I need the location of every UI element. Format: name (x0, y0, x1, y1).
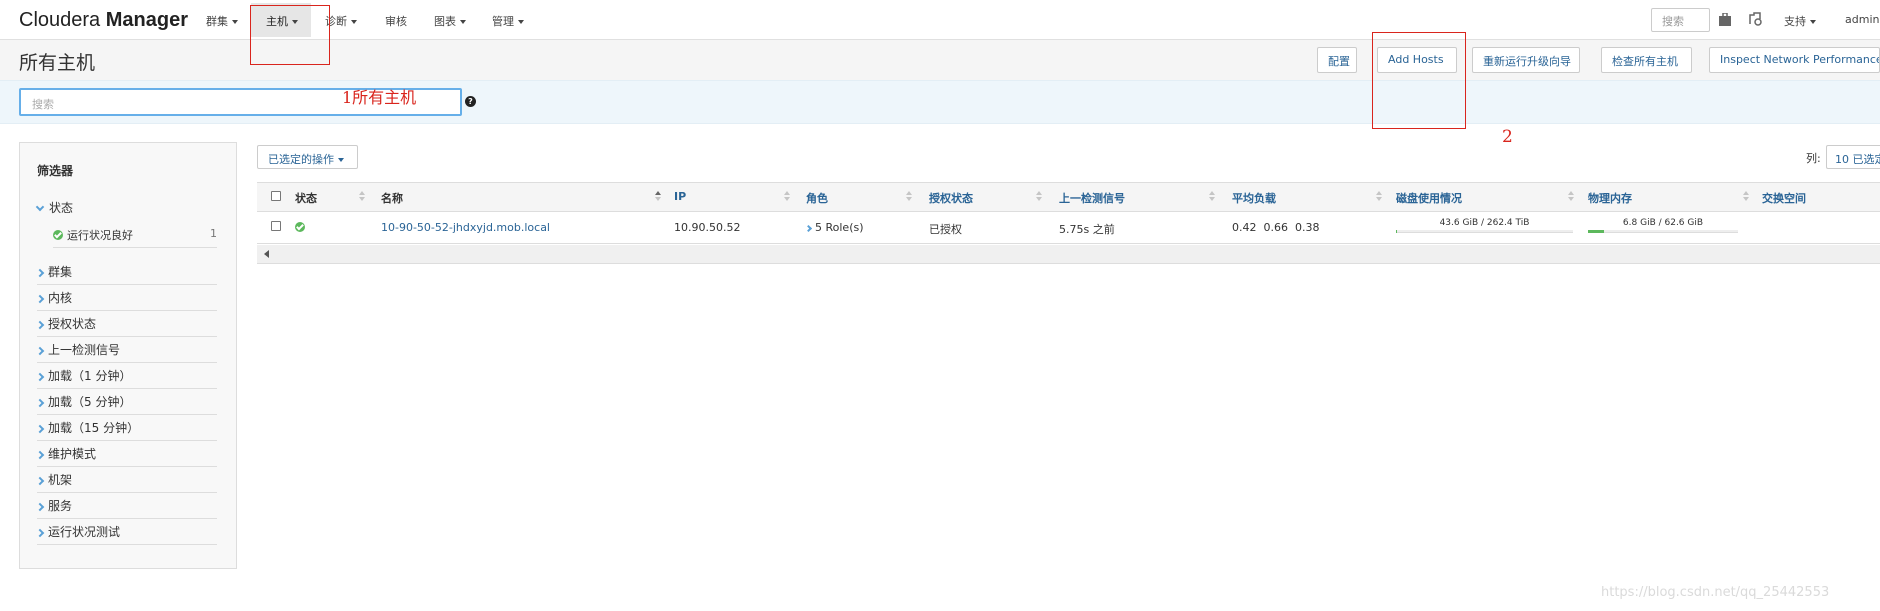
sort-icon[interactable] (784, 191, 790, 201)
host-auth-status: 已授权 (929, 223, 962, 236)
watermark: https://blog.csdn.net/qq_25442553 (1601, 585, 1830, 600)
sort-icon[interactable] (906, 191, 912, 201)
col-header-status[interactable]: 状态 (295, 190, 317, 206)
nav-user-admin[interactable]: admin (1845, 13, 1879, 26)
chevron-right-icon (804, 224, 813, 232)
col-header-ip[interactable]: IP (674, 190, 686, 203)
col-header-heartbeat[interactable]: 上一检测信号 (1059, 190, 1125, 206)
filter-group-services[interactable]: 服务 (35, 497, 217, 519)
filter-group-load-5[interactable]: 加载（5 分钟） (35, 393, 217, 415)
chevron-right-icon (35, 502, 45, 511)
col-header-load-avg[interactable]: 平均负载 (1232, 190, 1276, 206)
sort-asc-icon[interactable] (655, 191, 661, 201)
select-all-checkbox[interactable] (271, 191, 281, 201)
rerun-upgrade-wizard-button[interactable]: 重新运行升级向导 (1472, 47, 1580, 73)
caret-down-icon (338, 158, 344, 162)
sort-icon[interactable] (359, 191, 365, 201)
filter-title: 筛选器 (37, 164, 74, 178)
brand-logo[interactable]: Cloudera Manager (19, 9, 188, 32)
page-title: 所有主机 (19, 52, 96, 74)
chevron-right-icon (35, 320, 45, 329)
annotation-box-hosts-menu (250, 5, 330, 65)
chevron-right-icon (35, 268, 45, 277)
caret-down-icon (460, 20, 466, 24)
host-ip: 10.90.50.52 (674, 221, 741, 234)
sort-icon[interactable] (1568, 191, 1574, 201)
caret-down-icon (1810, 20, 1816, 24)
col-header-name[interactable]: 名称 (381, 190, 403, 206)
nav-clusters[interactable]: 群集 (206, 13, 238, 29)
annotation-label-1: 1所有主机 (342, 88, 417, 107)
chevron-right-icon (35, 528, 45, 537)
caret-down-icon (351, 20, 357, 24)
nav-administration[interactable]: 管理 (492, 13, 524, 29)
filter-item-healthy[interactable]: 运行状况良好 1 (53, 227, 217, 248)
filter-group-cluster[interactable]: 群集 (35, 263, 217, 285)
filter-item-count: 1 (210, 227, 217, 240)
chevron-right-icon (35, 424, 45, 433)
memory-usage-label: 6.8 GiB / 62.6 GiB (1622, 218, 1704, 228)
disk-usage-label: 43.6 GiB / 262.4 TiB (1439, 218, 1530, 228)
filter-group-status[interactable]: 状态 (35, 199, 217, 216)
col-header-memory[interactable]: 物理内存 (1588, 190, 1632, 206)
sort-icon[interactable] (1376, 191, 1382, 201)
nav-audits[interactable]: 审核 (385, 13, 407, 29)
help-icon[interactable]: ? (465, 96, 476, 107)
chevron-right-icon (35, 372, 45, 381)
filter-group-maintenance[interactable]: 维护模式 (35, 445, 217, 467)
horizontal-scrollbar[interactable] (257, 245, 1880, 264)
columns-label: 列: (1806, 152, 1821, 165)
chevron-right-icon (35, 476, 45, 485)
sort-icon[interactable] (1743, 191, 1749, 201)
annotation-label-2: 2 (1502, 127, 1513, 147)
filter-group-auth[interactable]: 授权状态 (35, 315, 217, 337)
row-checkbox[interactable] (271, 221, 281, 231)
chevron-right-icon (35, 294, 45, 303)
chevron-down-icon (35, 202, 45, 212)
global-search-input[interactable]: 搜索 (1651, 8, 1710, 32)
good-health-icon (295, 221, 309, 234)
inspect-network-performance-button[interactable]: Inspect Network Performance (1709, 47, 1880, 73)
host-heartbeat: 5.75s 之前 (1059, 223, 1115, 236)
col-header-roles[interactable]: 角色 (806, 190, 828, 206)
sort-icon[interactable] (1209, 191, 1215, 201)
filter-group-load-15[interactable]: 加载（15 分钟） (35, 419, 217, 441)
disk-usage-fill (1396, 230, 1397, 233)
good-health-icon (53, 230, 63, 240)
scroll-left-arrow-icon[interactable] (264, 250, 269, 258)
col-header-swap[interactable]: 交换空间 (1762, 190, 1806, 206)
selected-actions-dropdown[interactable]: 已选定的操作 (257, 145, 358, 169)
caret-down-icon (518, 20, 524, 24)
filter-group-load-1[interactable]: 加载（1 分钟） (35, 367, 217, 389)
memory-usage-fill (1588, 230, 1605, 233)
parcel-icon[interactable] (1719, 12, 1731, 26)
nav-support[interactable]: 支持 (1784, 13, 1816, 29)
sort-icon[interactable] (1036, 191, 1042, 201)
filter-group-heartbeat[interactable]: 上一检测信号 (35, 341, 217, 363)
col-header-auth-status[interactable]: 授权状态 (929, 190, 973, 206)
filter-group-kernel[interactable]: 内核 (35, 289, 217, 311)
filter-group-health-tests[interactable]: 运行状况测试 (35, 523, 217, 545)
inspect-all-hosts-button[interactable]: 检查所有主机 (1601, 47, 1692, 73)
host-name-link[interactable]: 10-90-50-52-jhdxyjd.mob.local (381, 221, 550, 234)
col-header-disk[interactable]: 磁盘使用情况 (1396, 190, 1462, 206)
chevron-right-icon (35, 450, 45, 459)
memory-usage-bar (1588, 230, 1738, 233)
columns-select[interactable]: 10 已选定 (1826, 145, 1880, 169)
config-button[interactable]: 配置 (1317, 47, 1357, 73)
caret-down-icon (232, 20, 238, 24)
host-load-avg: 0.42 0.66 0.38 (1232, 221, 1320, 234)
nav-charts[interactable]: 图表 (434, 13, 466, 29)
chevron-right-icon (35, 398, 45, 407)
chevron-right-icon (35, 346, 45, 355)
annotation-box-add-hosts (1372, 32, 1466, 129)
filter-group-rack[interactable]: 机架 (35, 471, 217, 493)
host-roles-toggle[interactable]: 5 Role(s) (804, 221, 864, 234)
running-commands-icon[interactable] (1748, 12, 1762, 26)
disk-usage-bar (1396, 230, 1573, 233)
